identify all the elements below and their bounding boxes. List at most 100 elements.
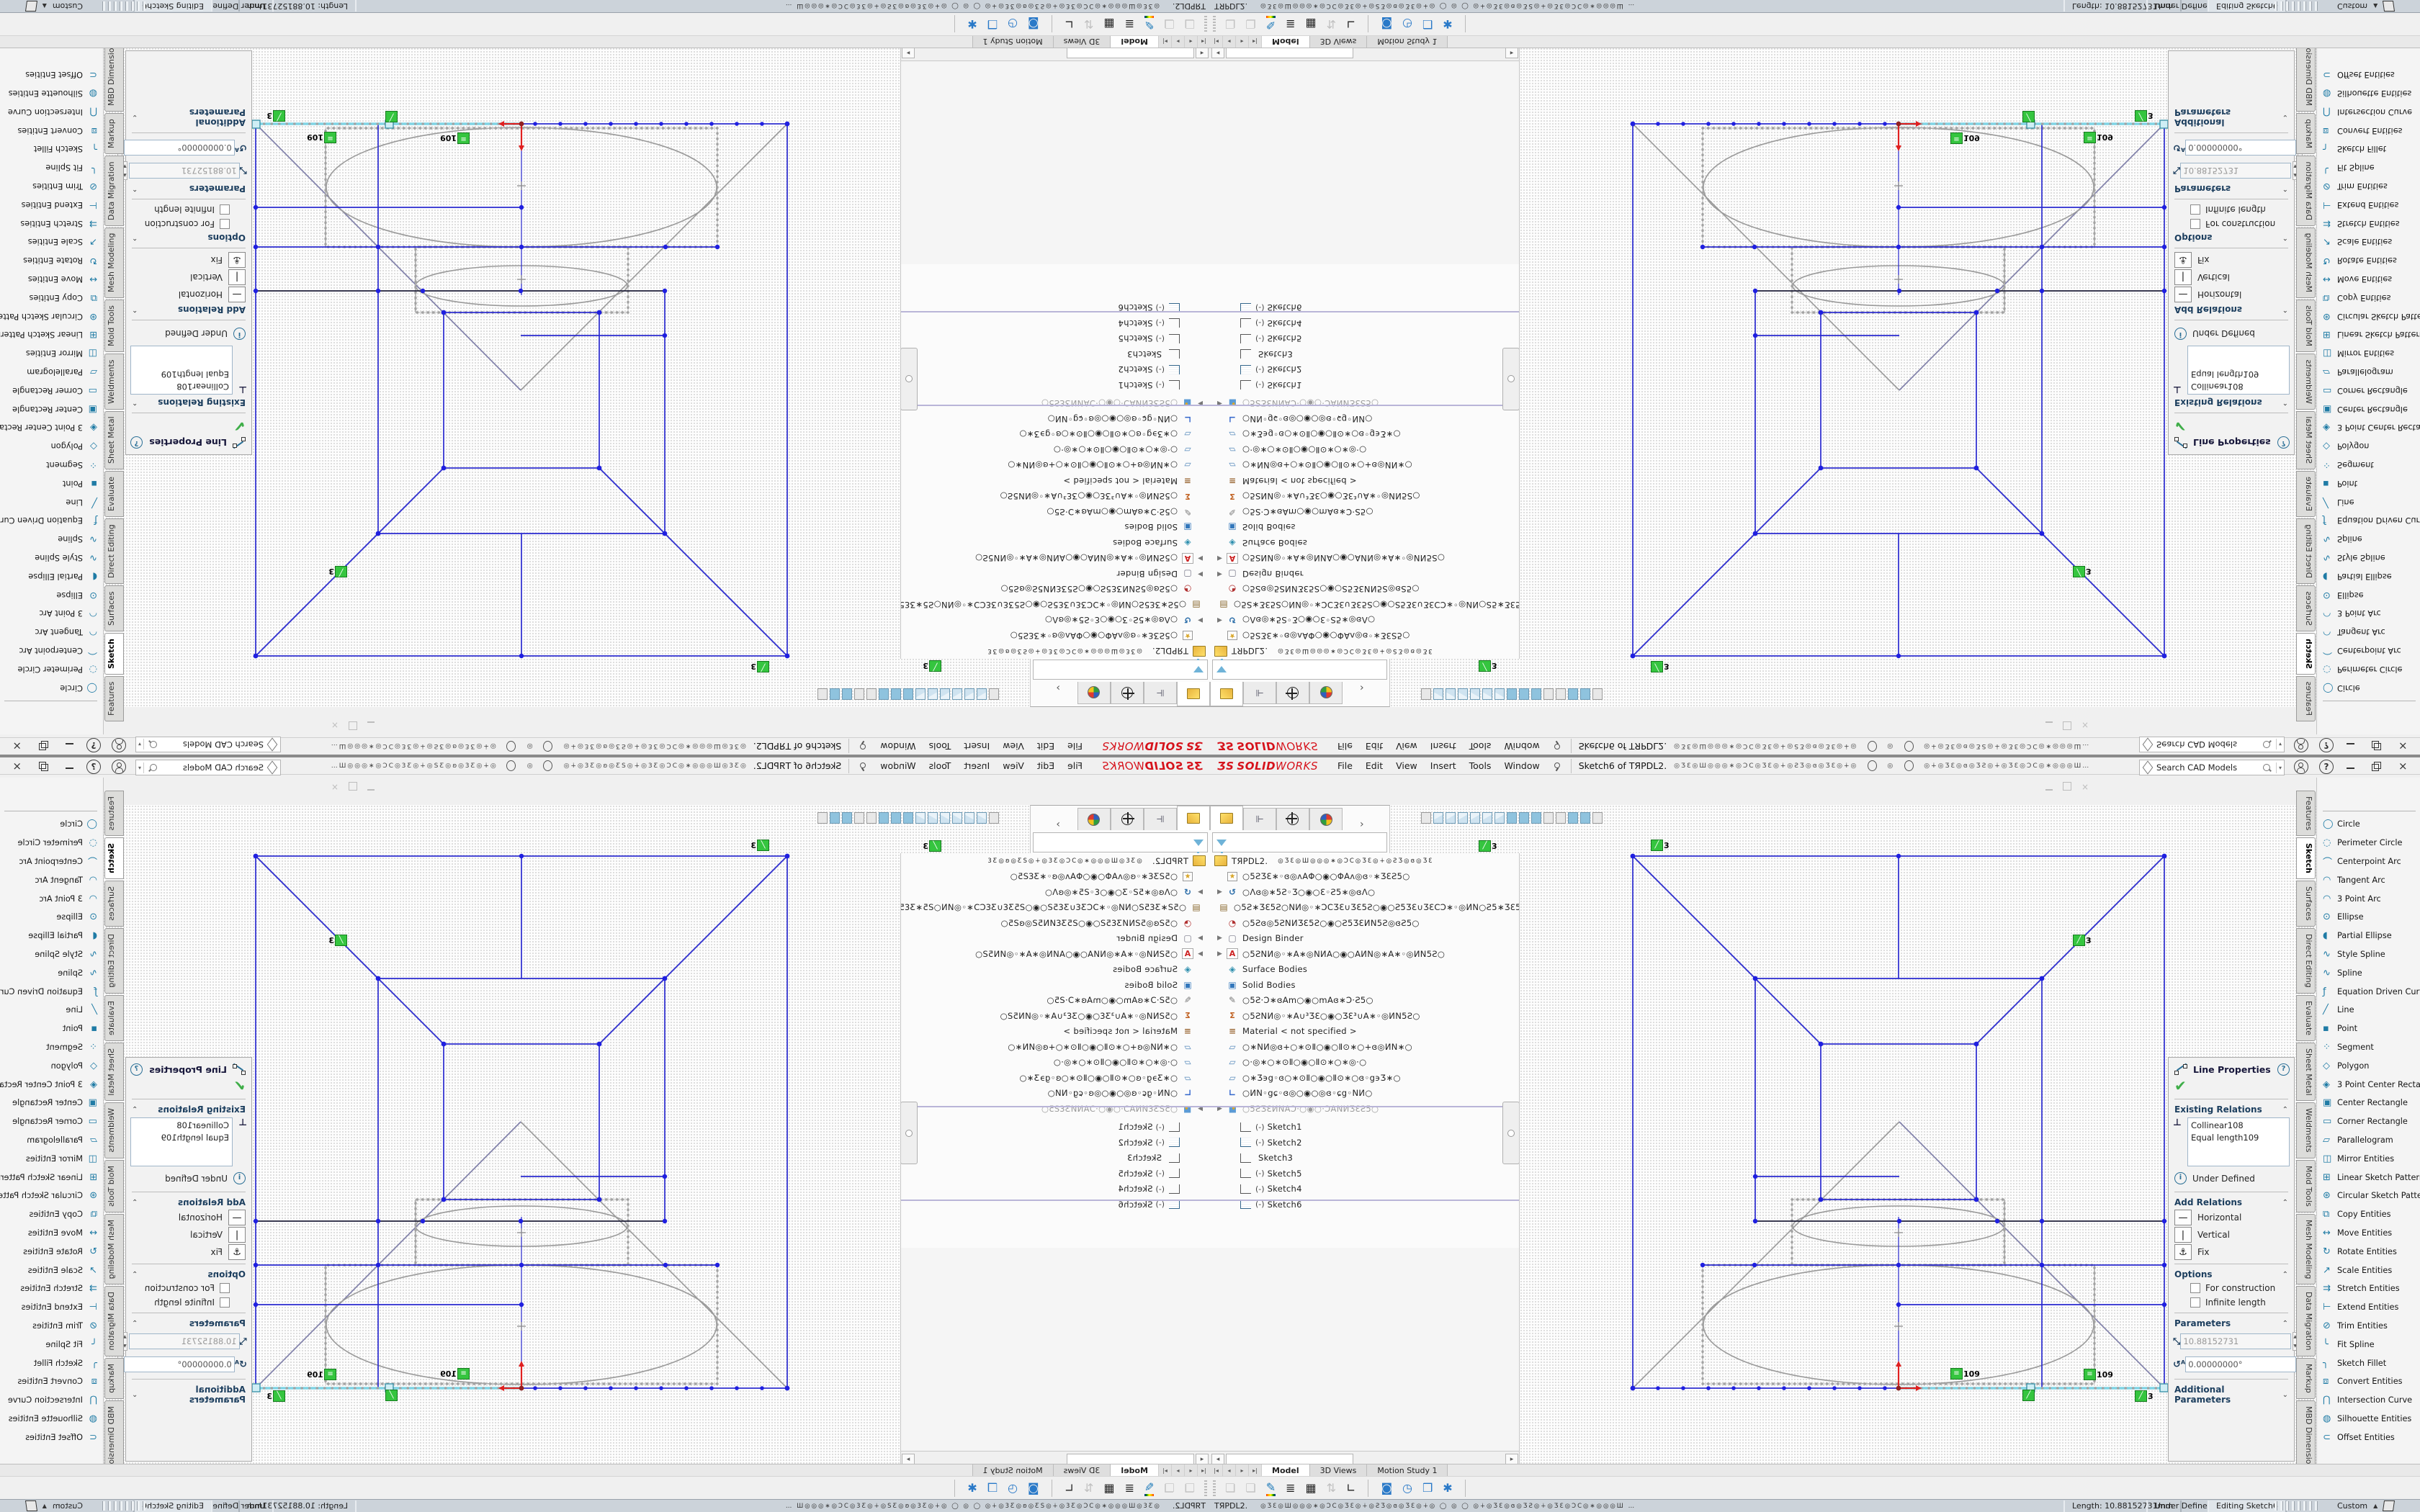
flyout-tool[interactable]: ⌒ Centerpoint Arc xyxy=(2317,852,2420,871)
tab-nav-icon[interactable]: |◂ xyxy=(1197,1464,1210,1476)
relation-button-icon[interactable]: | xyxy=(228,269,246,285)
section-additional-parameters[interactable]: Additional Parameters⌄ xyxy=(2169,106,2294,130)
flyout-tool[interactable]: ◍ Silhouette Entities xyxy=(2317,1410,2420,1428)
checkbox[interactable] xyxy=(2190,219,2200,229)
section-parameters[interactable]: Parameters⌃ xyxy=(2169,1316,2294,1330)
flyout-tool[interactable]: ◖ Partial Ellipse xyxy=(2317,567,2420,585)
flyout-tool[interactable]: ⊘ Trim Entities xyxy=(0,177,103,196)
flyout-tool[interactable]: ⊙ Ellipse xyxy=(2317,908,2420,927)
expand-arrow-icon[interactable]: ▶ xyxy=(1194,950,1203,958)
command-tab[interactable]: Sheet Metal xyxy=(2296,1043,2316,1102)
command-tab[interactable]: Direct Editing xyxy=(104,928,124,994)
flyout-tool[interactable]: ↔ Move Entities xyxy=(0,270,103,289)
restore-button[interactable] xyxy=(2372,762,2380,770)
flyout-tool[interactable]: ⧉ Copy Entities xyxy=(2317,288,2420,307)
relation-badge[interactable]: ╱3 xyxy=(266,110,285,122)
tree-row[interactable]: Surface Bodies xyxy=(901,962,1210,978)
collapse-icon[interactable]: ⌃ xyxy=(2282,1106,2288,1114)
camera-check-icon[interactable]: ◙ xyxy=(1028,1481,1039,1495)
relations-listbox[interactable]: Collinear108 Equal length109 xyxy=(130,346,233,395)
angle-input[interactable] xyxy=(2185,1356,2296,1372)
view-cube-icon[interactable] xyxy=(1470,812,1480,824)
tree-row[interactable]: ○5ƧNИ◎◦∗A∪³ƷƐ○◉○ƷƐ³∪A∗◦◎ИN5Ƨ○ xyxy=(1210,1008,1519,1024)
expand-arrow-icon[interactable]: ▶ xyxy=(1217,950,1226,958)
tree-root-row[interactable]: TЯPDL2. ◎ƷƐ◎Ш◎◎◎∗◎ƆC◎ƷƐ◎∔◎ƧƷ◎ɞ◎ƷƐ xyxy=(901,644,1210,660)
pane-splitter-handle[interactable] xyxy=(900,348,918,410)
view-cube-icon[interactable] xyxy=(1531,812,1541,824)
tree-row[interactable]: Solid Bodies xyxy=(901,520,1210,536)
command-tab[interactable]: Surfaces xyxy=(2296,881,2316,927)
flyout-tool[interactable]: ◠ Tangent Arc xyxy=(2317,870,2420,889)
camera-check-icon[interactable]: ◙ xyxy=(1381,1481,1392,1495)
relations-listbox[interactable]: Collinear108 Equal length109 xyxy=(2187,346,2290,395)
update-arrows-icon[interactable]: ⇅ xyxy=(1327,17,1336,31)
view-tab[interactable]: Model xyxy=(1110,1464,1158,1476)
flyout-tool[interactable]: ◈ 3 Point Center Recta... xyxy=(0,418,103,437)
search-dropdown-caret[interactable]: ▾ xyxy=(136,739,144,750)
tree-row[interactable]: ○ИN◦gɕ◦ɞ◎○◉○◎ɞ◦ɕg◦NИ○ xyxy=(901,1086,1210,1102)
titlebar-toolbar-icons[interactable]: ◎ƷƐ◎Ш◎◎◎∗◎ƆC◎ƷƐ◎∔◎ƧƷ◎ɞ◎ƷƐ◎∔◎ xyxy=(563,743,746,750)
option-for-construction[interactable]: For construction xyxy=(126,217,251,231)
gear-icon[interactable]: ✱ xyxy=(967,17,977,31)
comment-icon[interactable]: ❏ xyxy=(1225,17,1235,31)
relation-button-icon[interactable]: ⚓ xyxy=(228,1244,246,1260)
table-icon[interactable]: ▦ xyxy=(1306,1481,1317,1495)
tree-row[interactable]: Solid Bodies xyxy=(1210,520,1519,536)
tree-row[interactable]: ○5Ƨ∗ƷƐ5Ƨ○NИ◎◦∗ƆCƷƐ∪ƷƐ5Ƨ○◉○Ƨ5ƷƐ∪ƷƐCƆ∗◦◎ИN… xyxy=(1210,597,1519,613)
tree-row[interactable]: ○∗Ʒ϶g◦ɞ○∗⊙Ⅱ○◉○Ⅱ⊙∗○ɞ◦g϶Ʒ∗○ xyxy=(1210,427,1519,443)
flyout-tool[interactable]: ↔ Move Entities xyxy=(2317,270,2420,289)
flyout-tool[interactable]: ⊢ Extend Entities xyxy=(2317,1298,2420,1317)
flyout-tool[interactable]: ⁘ Segment xyxy=(0,456,103,474)
ok-button[interactable]: ✔ xyxy=(126,1077,251,1096)
view-cube-icon[interactable] xyxy=(903,812,913,824)
pin-icon[interactable] xyxy=(859,762,868,770)
option-infinite-length[interactable]: Infinite length xyxy=(2169,1295,2294,1310)
flyout-tool[interactable]: ◯ Circle xyxy=(0,678,103,697)
view-cube-icon[interactable] xyxy=(1494,688,1505,700)
command-tab[interactable]: Direct Editing xyxy=(2296,928,2316,994)
relation-badge[interactable]: ╱3 xyxy=(923,840,941,852)
flyout-tool[interactable]: ╮ Sketch Fillet xyxy=(2317,140,2420,158)
relation-button-icon[interactable]: | xyxy=(2174,1227,2192,1243)
tabs-overflow-chevron[interactable]: › xyxy=(1360,819,1364,830)
tree-row[interactable]: ▶ ○Λɞ◎∗5Ƨ◦Ʒ○◉○Ɛ◦Ƨ5∗◎ɞΛ○ xyxy=(901,613,1210,629)
tree-row[interactable]: Material < not specified > xyxy=(901,1024,1210,1040)
flyout-tool[interactable]: ƒ Equation Driven Curve xyxy=(2317,982,2420,1001)
titlebar-toolbar-icons[interactable]: ◎ƷƐ◎Ш◎◎◎∗◎ƆC◎ƷƐ◎∔◎ƧƷ◎ɞ◎ƷƐ◎∔◎ xyxy=(1674,762,1857,770)
clock-icon[interactable]: ◷ xyxy=(1402,1481,1412,1495)
command-tab[interactable]: Weldments xyxy=(2296,1102,2316,1158)
view-tab[interactable]: Motion Study 1 xyxy=(972,36,1053,48)
flyout-tool[interactable]: ◍ Silhouette Entities xyxy=(0,84,103,103)
minimize-button[interactable] xyxy=(2347,742,2355,750)
unit-system-selector[interactable]: Custom ▲ xyxy=(2337,1500,2394,1511)
comment-icon[interactable]: ❏ xyxy=(1225,1481,1235,1495)
view-arrow-icon[interactable] xyxy=(866,812,877,824)
tree-row[interactable]: ▶ Design Binder xyxy=(901,566,1210,582)
toolbar-circle-icon[interactable] xyxy=(1904,760,1914,771)
tree-row[interactable]: ○5ƧƷƐ∗◦ɞ◎ʌAΦ○◉○ΦAʌ◎ɞ◦∗ƷƐƧ5○ xyxy=(901,628,1210,644)
relation-badge[interactable]: ╱3 xyxy=(750,661,769,672)
command-tab[interactable]: Direct Editing xyxy=(2296,518,2316,584)
option-for-construction[interactable]: For construction xyxy=(2169,217,2294,231)
expand-arrow-icon[interactable]: ▶ xyxy=(1194,888,1203,896)
mdi-minimize-icon[interactable] xyxy=(367,782,375,791)
collapse-icon[interactable]: ⌃ xyxy=(2282,1199,2288,1207)
list-icon[interactable]: ≣ xyxy=(1125,17,1134,31)
flyout-tool[interactable]: ↗ Scale Entities xyxy=(2317,233,2420,251)
tree-row[interactable]: ▶ ○Λɞ◎∗5Ƨ◦Ʒ○◉○Ɛ◦Ƨ5∗◎ɞΛ○ xyxy=(901,884,1210,900)
flyout-tool[interactable]: ∿ Style Spline xyxy=(2317,945,2420,964)
relation-button-icon[interactable]: — xyxy=(2174,1210,2192,1225)
tabs-overflow-chevron[interactable]: › xyxy=(1360,682,1364,693)
panel-help-icon[interactable]: ? xyxy=(2277,436,2290,449)
tree-row[interactable]: ○∗NИ◎ɞ+○∗⊙Ⅱ○◉○Ⅱ⊙∗○+ɞ◎ИN∗○ xyxy=(901,1039,1210,1055)
sketch-row[interactable]: (-) Sketch5 xyxy=(1210,331,1519,347)
expand-arrow-icon[interactable]: ▶ xyxy=(1194,570,1203,577)
tree-row[interactable]: ○·◎∗○∗⊙Ⅱ○◉○Ⅱ⊙∗○∗◎·○ xyxy=(1210,442,1519,458)
command-tab[interactable]: Features xyxy=(104,676,124,721)
flyout-tool[interactable]: ƒ Equation Driven Curve xyxy=(2317,511,2420,530)
view-screen-icon[interactable] xyxy=(854,812,864,824)
view-cube-icon[interactable] xyxy=(1531,688,1541,700)
relation-badge[interactable]: ╱3 xyxy=(328,566,347,577)
view-arrow-icon[interactable] xyxy=(1543,688,1554,700)
flyout-tool[interactable]: ⇉ Stretch Entities xyxy=(2317,214,2420,233)
